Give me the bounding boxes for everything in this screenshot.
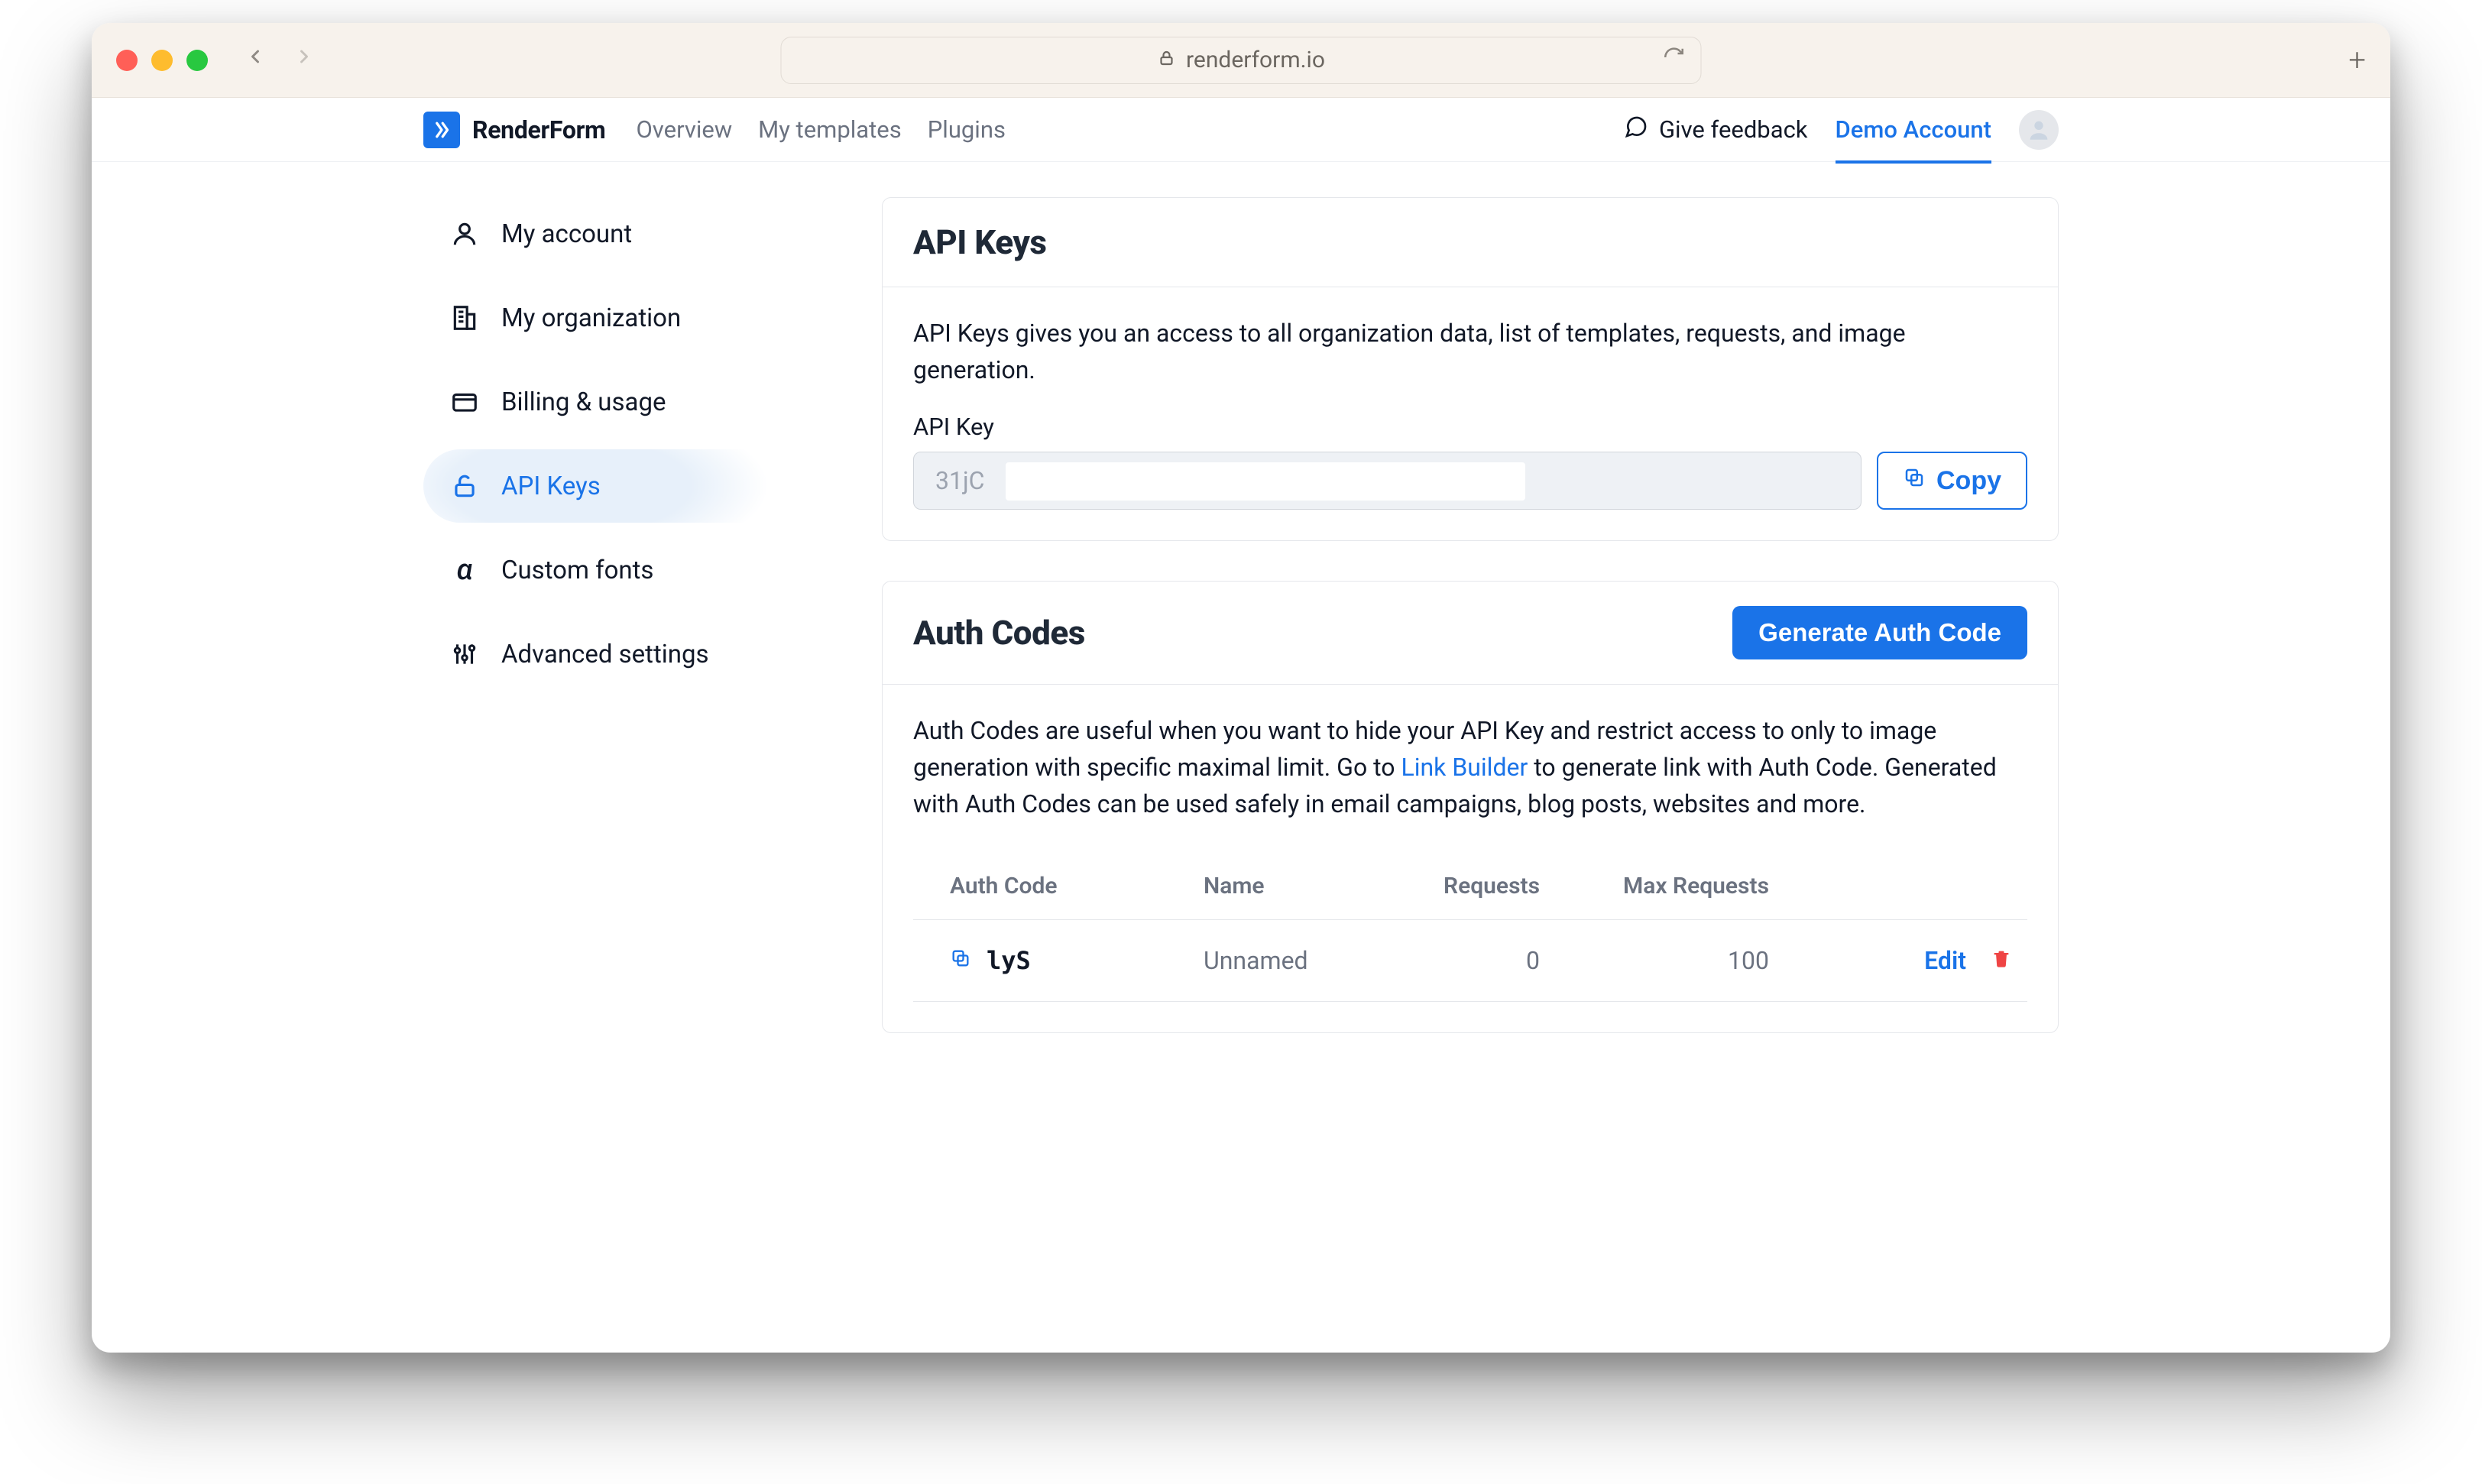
sidebar-item-label: Billing & usage	[501, 387, 666, 417]
sidebar-item-label: My organization	[501, 303, 681, 333]
brand-logo-icon	[423, 112, 460, 148]
lock-open-icon	[449, 471, 480, 501]
sidebar-item-advanced-settings[interactable]: Advanced settings	[423, 617, 790, 691]
browser-chrome: renderform.io +	[92, 23, 2390, 98]
sliders-icon	[449, 639, 480, 669]
address-bar-host: renderform.io	[1186, 47, 1325, 73]
copy-button-label: Copy	[1936, 466, 2001, 496]
nav-plugins[interactable]: Plugins	[928, 115, 1006, 144]
account-link[interactable]: Demo Account	[1836, 115, 1991, 164]
api-keys-description: API Keys gives you an access to all orga…	[913, 315, 2027, 388]
window-controls	[116, 50, 208, 71]
auth-codes-title: Auth Codes	[913, 613, 1085, 653]
give-feedback-label: Give feedback	[1659, 115, 1808, 144]
app-header: RenderForm Overview My templates Plugins…	[92, 98, 2390, 162]
brand-name: RenderForm	[472, 115, 605, 144]
reload-icon[interactable]	[1663, 46, 1686, 75]
browser-window: renderform.io + RenderForm Overview	[92, 23, 2390, 1353]
generate-auth-code-button[interactable]: Generate Auth Code	[1732, 606, 2027, 659]
app-body: My account My organization Billing & usa…	[92, 162, 2390, 1353]
auth-code-preview: lyS	[987, 946, 1031, 975]
window-maximize-icon[interactable]	[186, 50, 208, 71]
api-key-field-label: API Key	[913, 413, 2027, 441]
nav-forward-icon[interactable]	[293, 41, 315, 79]
address-bar[interactable]: renderform.io	[781, 37, 1702, 84]
edit-auth-code-button[interactable]: Edit	[1924, 946, 1966, 975]
api-key-value-preview: 31jC	[935, 452, 984, 509]
sidebar-item-api-keys[interactable]: API Keys	[423, 449, 790, 523]
top-nav: Overview My templates Plugins	[636, 115, 1005, 144]
window-minimize-icon[interactable]	[151, 50, 173, 71]
sidebar-item-label: API Keys	[501, 471, 601, 501]
sidebar-item-label: Advanced settings	[501, 640, 709, 669]
col-auth-code: Auth Code	[913, 853, 1188, 920]
user-icon	[449, 219, 480, 249]
nav-overview[interactable]: Overview	[636, 115, 732, 144]
copy-api-key-button[interactable]: Copy	[1877, 452, 2027, 510]
give-feedback-button[interactable]: Give feedback	[1624, 115, 1808, 145]
nav-back-icon[interactable]	[245, 41, 266, 79]
alpha-icon: α	[449, 555, 480, 585]
auth-code-max-requests: 100	[1555, 920, 1784, 1002]
sidebar-item-label: My account	[501, 219, 632, 249]
new-tab-icon[interactable]: +	[2348, 42, 2366, 78]
auth-codes-card: Auth Codes Generate Auth Code Auth Codes…	[882, 581, 2059, 1033]
copy-auth-code-icon[interactable]	[950, 946, 971, 975]
api-key-redaction-mask	[1006, 462, 1525, 501]
link-builder-link[interactable]: Link Builder	[1401, 753, 1528, 782]
sidebar-item-custom-fonts[interactable]: α Custom fonts	[423, 533, 790, 607]
brand[interactable]: RenderForm	[423, 112, 605, 148]
table-row: lyS Unnamed 0 100 Edit	[913, 920, 2027, 1002]
api-keys-card: API Keys API Keys gives you an access to…	[882, 197, 2059, 541]
copy-icon	[1903, 466, 1926, 496]
sidebar-item-my-account[interactable]: My account	[423, 197, 790, 271]
nav-my-templates[interactable]: My templates	[758, 115, 902, 144]
auth-codes-table: Auth Code Name Requests Max Requests	[913, 853, 2027, 1002]
col-requests: Requests	[1372, 853, 1555, 920]
delete-auth-code-icon[interactable]	[1991, 946, 2012, 975]
col-max-requests: Max Requests	[1555, 853, 1784, 920]
auth-code-name: Unnamed	[1188, 920, 1372, 1002]
chat-icon	[1624, 115, 1648, 145]
sidebar-item-billing[interactable]: Billing & usage	[423, 365, 790, 439]
window-close-icon[interactable]	[116, 50, 138, 71]
main-content: API Keys API Keys gives you an access to…	[882, 197, 2059, 1322]
auth-code-requests: 0	[1372, 920, 1555, 1002]
col-name: Name	[1188, 853, 1372, 920]
auth-codes-description: Auth Codes are useful when you want to h…	[913, 712, 2027, 822]
settings-sidebar: My account My organization Billing & usa…	[423, 197, 790, 1322]
credit-card-icon	[449, 387, 480, 417]
lock-icon	[1157, 47, 1175, 73]
building-icon	[449, 303, 480, 333]
sidebar-item-my-organization[interactable]: My organization	[423, 281, 790, 355]
sidebar-item-label: Custom fonts	[501, 556, 653, 585]
api-keys-title: API Keys	[913, 222, 1046, 262]
avatar[interactable]	[2019, 110, 2059, 150]
api-key-input[interactable]: 31jC	[913, 452, 1862, 510]
